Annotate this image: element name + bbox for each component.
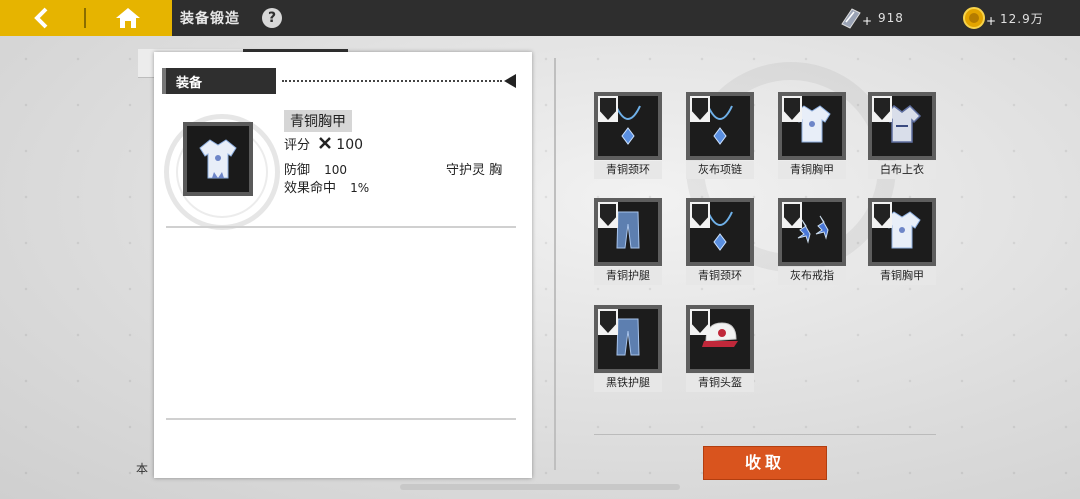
vertical-divider <box>554 58 556 470</box>
inventory-slot[interactable]: 青铜护腿 <box>594 198 662 285</box>
gold-count: 12.9万 <box>1000 11 1044 26</box>
character-tag <box>598 309 618 335</box>
header-dotted-line <box>282 80 502 82</box>
character-tag <box>598 96 618 122</box>
horizontal-divider <box>594 434 936 435</box>
collect-button[interactable]: 收取 <box>703 446 827 480</box>
score-label: 评分 <box>284 138 311 153</box>
inventory-slot[interactable]: 青铜胸甲 <box>868 198 936 285</box>
item-icon-frame <box>594 198 662 266</box>
item-label: 黑铁护腿 <box>594 374 662 392</box>
item-label: 白布上衣 <box>868 161 936 179</box>
character-tag <box>690 96 710 122</box>
item-icon-frame <box>594 305 662 373</box>
inventory-slot[interactable]: 青铜胸甲 <box>778 92 846 179</box>
back-button[interactable] <box>24 5 58 31</box>
stat-value: 100 <box>324 163 348 177</box>
inventory-slot[interactable]: 青铜头盔 <box>686 305 754 392</box>
inventory-slot[interactable]: 黑铁护腿 <box>594 305 662 392</box>
character-tag <box>782 202 802 228</box>
stat-row-defense: 防御 100 <box>284 159 347 178</box>
help-button[interactable]: ? <box>262 8 282 28</box>
divider <box>166 418 516 420</box>
item-label: 青铜胸甲 <box>868 267 936 285</box>
inventory-slot[interactable]: 青铜颈环 <box>594 92 662 179</box>
gold-coin-icon <box>963 7 985 29</box>
item-icon-frame <box>778 198 846 266</box>
nav-separator <box>84 8 86 28</box>
home-icon <box>116 8 140 28</box>
resource-forge-stone[interactable]: + 918 <box>838 6 904 30</box>
item-label: 青铜胸甲 <box>778 161 846 179</box>
item-icon-box <box>782 202 842 262</box>
score-row: 评分 100 <box>284 134 363 153</box>
add-gold-icon[interactable]: + <box>986 14 996 28</box>
character-tag <box>872 96 892 122</box>
item-label: 青铜颈环 <box>686 267 754 285</box>
item-label: 青铜护腿 <box>594 267 662 285</box>
stat-label: 防御 <box>284 163 311 178</box>
character-tag <box>690 309 710 335</box>
character-tag <box>782 96 802 122</box>
inventory-slot[interactable]: 灰布项链 <box>686 92 754 179</box>
hidden-label: 本 <box>136 462 149 476</box>
item-icon-box <box>690 309 750 369</box>
top-bar: 装备锻造 ? + 918 + 12.9万 <box>0 0 1080 36</box>
item-icon-frame <box>868 198 936 266</box>
item-icon-box <box>598 202 658 262</box>
resource-gold[interactable]: + 12.9万 <box>962 6 1044 30</box>
item-icon-box <box>782 96 842 156</box>
forge-stone-icon <box>841 8 861 29</box>
item-icon-frame <box>868 92 936 160</box>
item-icon-box <box>690 202 750 262</box>
slot-type: 守护灵 胸 <box>446 163 503 178</box>
item-icon-box <box>598 96 658 156</box>
crossed-swords-icon <box>319 137 332 149</box>
equipment-detail-panel: 装备 青铜胸甲 评分 100 防御 100 效果命中 1% 守护灵 胸 <box>154 52 532 478</box>
item-icon-frame <box>686 92 754 160</box>
chevron-left-icon <box>34 7 48 29</box>
inventory-slot[interactable]: 白布上衣 <box>868 92 936 179</box>
character-tag <box>690 202 710 228</box>
item-icon-box <box>598 309 658 369</box>
section-header: 装备 <box>162 68 276 94</box>
item-icon-box <box>872 202 932 262</box>
scroll-indicator[interactable] <box>400 484 680 490</box>
item-icon-frame <box>686 305 754 373</box>
item-icon-frame <box>778 92 846 160</box>
stat-row-hit: 效果命中 1% <box>284 177 369 196</box>
divider <box>166 226 516 228</box>
item-icon-box <box>872 96 932 156</box>
character-tag <box>872 202 892 228</box>
section-title: 装备 <box>176 76 203 91</box>
item-label: 青铜颈环 <box>594 161 662 179</box>
forge-stone-count: 918 <box>878 11 904 25</box>
item-icon-box <box>690 96 750 156</box>
page-title: 装备锻造 <box>180 11 240 27</box>
item-label: 灰布项链 <box>686 161 754 179</box>
stat-value: 1% <box>350 181 370 195</box>
score-value: 100 <box>336 137 364 153</box>
home-button[interactable] <box>108 4 148 32</box>
arrow-left-icon <box>504 74 516 88</box>
stat-label: 效果命中 <box>284 181 337 196</box>
item-icon-frame[interactable] <box>183 122 253 196</box>
inventory-slot[interactable]: 青铜颈环 <box>686 198 754 285</box>
item-label: 青铜头盔 <box>686 374 754 392</box>
inventory-slot[interactable]: 灰布戒指 <box>778 198 846 285</box>
item-icon-frame <box>686 198 754 266</box>
chest-armor-icon <box>199 139 237 179</box>
character-tag <box>598 202 618 228</box>
item-label: 灰布戒指 <box>778 267 846 285</box>
item-icon-frame <box>594 92 662 160</box>
add-forge-stone-icon[interactable]: + <box>862 14 872 28</box>
item-name: 青铜胸甲 <box>284 110 352 132</box>
